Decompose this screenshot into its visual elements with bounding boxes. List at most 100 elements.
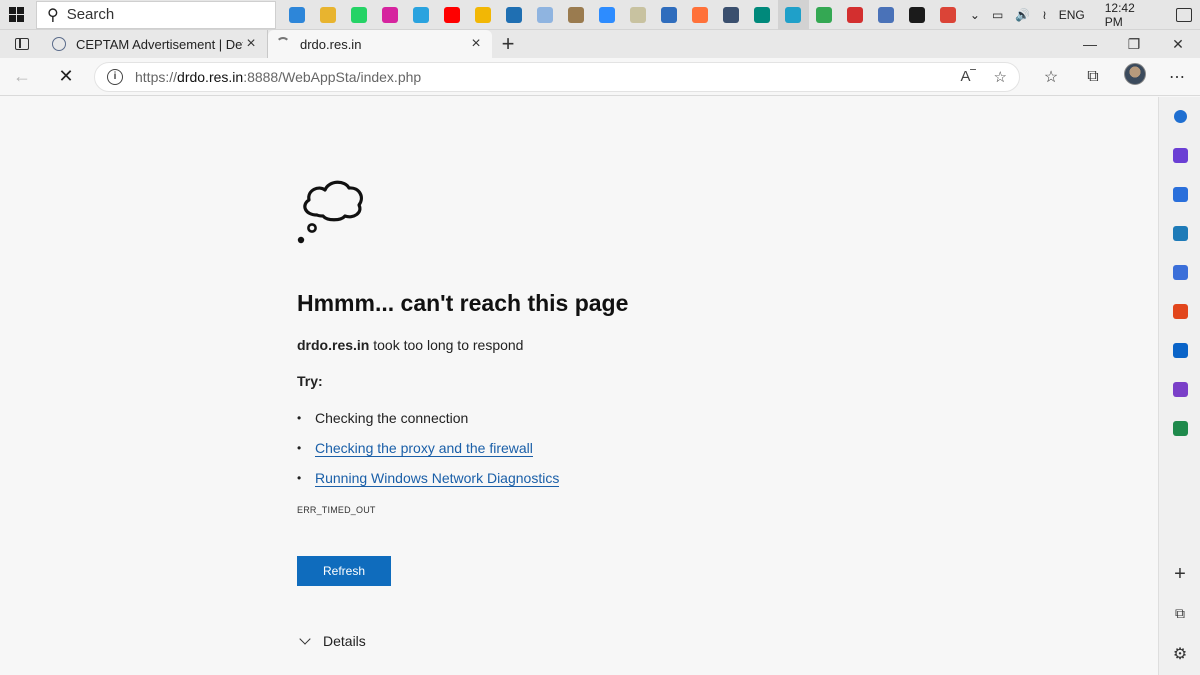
tab-close-icon[interactable]: ×	[468, 35, 484, 53]
sidebar-tools-icon-glyph	[1172, 225, 1188, 241]
pdf-reader-icon[interactable]	[840, 0, 871, 30]
new-tab-button[interactable]: +	[492, 30, 524, 58]
sidebar-office-icon[interactable]	[1170, 301, 1190, 321]
edge-browser-icon[interactable]	[777, 0, 809, 30]
sidebar-office-icon-glyph	[1172, 303, 1188, 319]
sidebar-copilot-icon[interactable]	[1170, 145, 1190, 165]
instagram-icon[interactable]	[375, 0, 406, 30]
collections-icon[interactable]: ⧉	[1072, 68, 1114, 86]
meet-icon[interactable]	[747, 0, 778, 30]
favorites-icon[interactable]: ☆	[1030, 67, 1072, 87]
chevron-up-icon[interactable]: ⌄	[970, 8, 980, 22]
pinned-apps	[282, 0, 964, 30]
taskbar-search-box[interactable]: ⚲ Search	[35, 0, 276, 29]
back-button[interactable]: ←	[0, 58, 44, 96]
firefox-icon[interactable]	[685, 0, 716, 30]
notes-app-icon[interactable]	[561, 0, 592, 30]
volume-icon[interactable]: 🔊	[1015, 8, 1030, 22]
chevron-down-icon	[299, 633, 311, 645]
whatsapp-icon-glyph	[351, 6, 368, 23]
drive-icon-glyph	[816, 6, 833, 23]
browser-tab-bar: CEPTAM Advertisement | Defence × drdo.re…	[0, 30, 1200, 58]
network-diagnostics-link[interactable]: Running Windows Network Diagnostics	[315, 470, 560, 487]
suggestion-item: • Running Windows Network Diagnostics	[297, 463, 560, 493]
cloud-app-icon-glyph	[537, 6, 554, 23]
error-description: drdo.res.in took too long to respond	[297, 337, 523, 353]
chrome-icon[interactable]	[468, 0, 499, 30]
tab-ceptam[interactable]: CEPTAM Advertisement | Defence ×	[44, 30, 268, 58]
start-button[interactable]	[0, 0, 34, 30]
sidebar-shopping-icon[interactable]	[1170, 184, 1190, 204]
tab-title: CEPTAM Advertisement | Defence	[76, 36, 243, 52]
calculator-icon[interactable]	[499, 0, 530, 30]
error-message: took too long to respond	[369, 337, 524, 353]
zoom-icon[interactable]	[592, 0, 623, 30]
file-explorer-icon-glyph	[320, 6, 337, 23]
sidebar-settings-icon[interactable]: ⚙	[1170, 644, 1190, 664]
telegram-icon[interactable]	[406, 0, 437, 30]
paint-icon[interactable]	[623, 0, 654, 30]
wifi-icon[interactable]: ≀	[1042, 8, 1047, 22]
youtube-icon[interactable]	[437, 0, 468, 30]
toolbar-actions: ☆ ⧉ ⋯	[1030, 63, 1198, 90]
drive-icon[interactable]	[809, 0, 840, 30]
store-icon[interactable]	[654, 0, 685, 30]
proxy-firewall-link[interactable]: Checking the proxy and the firewall	[315, 440, 533, 457]
url-text[interactable]: https://drdo.res.in:8888/WebAppSta/index…	[135, 69, 943, 85]
kindle-icon[interactable]	[902, 0, 933, 30]
bullet: •	[297, 441, 302, 455]
sidebar-games-icon[interactable]	[1170, 262, 1190, 282]
profile-button[interactable]	[1114, 63, 1156, 90]
notification-icon[interactable]	[1176, 7, 1193, 22]
edge-app-icon[interactable]	[282, 0, 313, 30]
store-icon-glyph	[661, 6, 678, 23]
try-label: Try:	[297, 373, 323, 389]
meet-icon-glyph	[754, 6, 771, 23]
chrome-alt-icon[interactable]	[933, 0, 964, 30]
cloud-app-icon[interactable]	[530, 0, 561, 30]
error-title: Hmmm... can't reach this page	[297, 290, 629, 316]
sidebar-split-icon[interactable]: ⧉	[1170, 603, 1190, 623]
suggestion-item: • Checking the proxy and the firewall	[297, 433, 559, 463]
file-explorer-icon[interactable]	[313, 0, 344, 30]
instagram-icon-glyph	[382, 6, 399, 23]
kindle-icon-glyph	[909, 6, 926, 23]
tab-drdo[interactable]: drdo.res.in ×	[268, 30, 492, 58]
stop-loading-button[interactable]: ✕	[44, 58, 88, 96]
address-bar[interactable]: i https://drdo.res.in:8888/WebAppSta/ind…	[94, 61, 1020, 92]
sidebar-add-icon[interactable]: +	[1170, 563, 1190, 585]
minimize-icon[interactable]: —	[1068, 36, 1112, 52]
more-options-icon[interactable]: ⋯	[1156, 67, 1198, 87]
tab-actions-button[interactable]	[0, 30, 44, 58]
sidebar-shopping-icon-glyph	[1172, 186, 1188, 202]
whatsapp-icon[interactable]	[344, 0, 375, 30]
sidebar-outlook-icon[interactable]	[1170, 340, 1190, 360]
restore-icon[interactable]: ❐	[1112, 36, 1156, 53]
chrome-alt-icon-glyph	[940, 6, 957, 23]
notes-app-icon-glyph	[568, 6, 585, 23]
calculator-icon-glyph	[506, 6, 523, 23]
sidebar-search-icon[interactable]	[1170, 106, 1190, 126]
add-favorite-icon[interactable]: ☆	[994, 68, 1007, 86]
site-info-icon[interactable]: i	[107, 68, 123, 85]
clock[interactable]: 12:42 PM	[1105, 1, 1156, 29]
sidebar-tree-icon[interactable]	[1170, 418, 1190, 438]
remote-desktop-icon[interactable]	[871, 0, 902, 30]
sidebar-designer-icon[interactable]	[1170, 379, 1190, 399]
language-indicator[interactable]: ENG	[1059, 8, 1085, 22]
details-toggle[interactable]: Details	[299, 633, 366, 649]
remote-desktop-icon-glyph	[878, 6, 895, 23]
tab-title: drdo.res.in	[300, 36, 362, 52]
telegram-icon-glyph	[413, 6, 430, 23]
tab-close-icon[interactable]: ×	[243, 35, 259, 53]
zoom-icon-glyph	[599, 6, 616, 23]
edge-sidebar: + ⧉ ⚙	[1158, 97, 1200, 675]
battery-icon[interactable]: ▭	[992, 8, 1003, 22]
sidebar-tree-icon-glyph	[1172, 420, 1188, 436]
refresh-button[interactable]: Refresh	[297, 556, 391, 586]
media-player-icon[interactable]	[716, 0, 747, 30]
sidebar-tools-icon[interactable]	[1170, 223, 1190, 243]
read-aloud-icon[interactable]: A‾	[961, 68, 976, 85]
media-player-icon-glyph	[723, 6, 740, 23]
close-window-icon[interactable]: ✕	[1156, 36, 1200, 53]
